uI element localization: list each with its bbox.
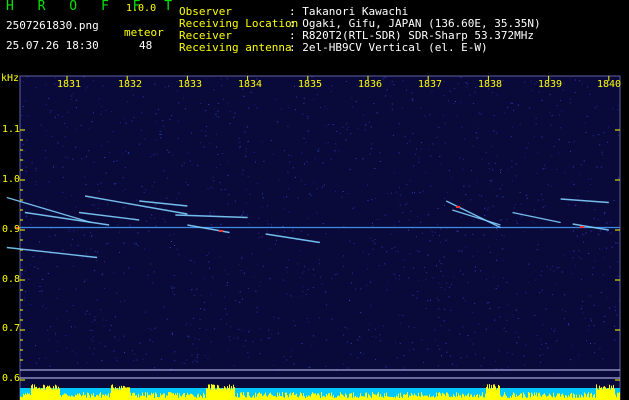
y-tick-label: 1.0 bbox=[2, 174, 21, 185]
y-tick-label: 0.8 bbox=[2, 274, 21, 285]
file-name: 2507261830.png bbox=[6, 19, 99, 32]
meteor-head bbox=[456, 206, 460, 208]
y-tick-label: 0.6 bbox=[2, 373, 21, 384]
app-version: 1.0.0 bbox=[126, 3, 157, 14]
axis-unit-label: kHz bbox=[1, 73, 20, 84]
y-tick-label: 1.1 bbox=[2, 124, 21, 135]
x-tick-label: 1835 bbox=[298, 79, 323, 90]
y-tick-label: 0.9 bbox=[2, 224, 21, 235]
plot-area bbox=[20, 76, 620, 400]
x-tick-label: 1840 bbox=[597, 79, 622, 90]
x-tick-label: 1833 bbox=[178, 79, 203, 90]
x-tick-label: 1839 bbox=[538, 79, 563, 90]
meta-value-antenna: : 2el-HB9CV Vertical (el. E-W) bbox=[289, 41, 488, 54]
meta-key-antenna: Receiving antenna bbox=[179, 41, 292, 54]
x-tick-label: 1836 bbox=[358, 79, 383, 90]
y-tick-label: 0.7 bbox=[2, 323, 21, 334]
file-datetime: 25.07.26 18:30 bbox=[6, 39, 99, 52]
meteor-head bbox=[580, 226, 584, 228]
x-tick-label: 1832 bbox=[118, 79, 143, 90]
x-tick-label: 1837 bbox=[418, 79, 443, 90]
meteor-count: 48 bbox=[139, 39, 153, 52]
meteor-label: meteor bbox=[124, 26, 164, 39]
x-tick-label: 1831 bbox=[57, 79, 82, 90]
spectrogram bbox=[6, 75, 621, 400]
x-tick-label: 1838 bbox=[478, 79, 503, 90]
meteor-head bbox=[219, 230, 223, 232]
x-tick-label: 1834 bbox=[238, 79, 263, 90]
